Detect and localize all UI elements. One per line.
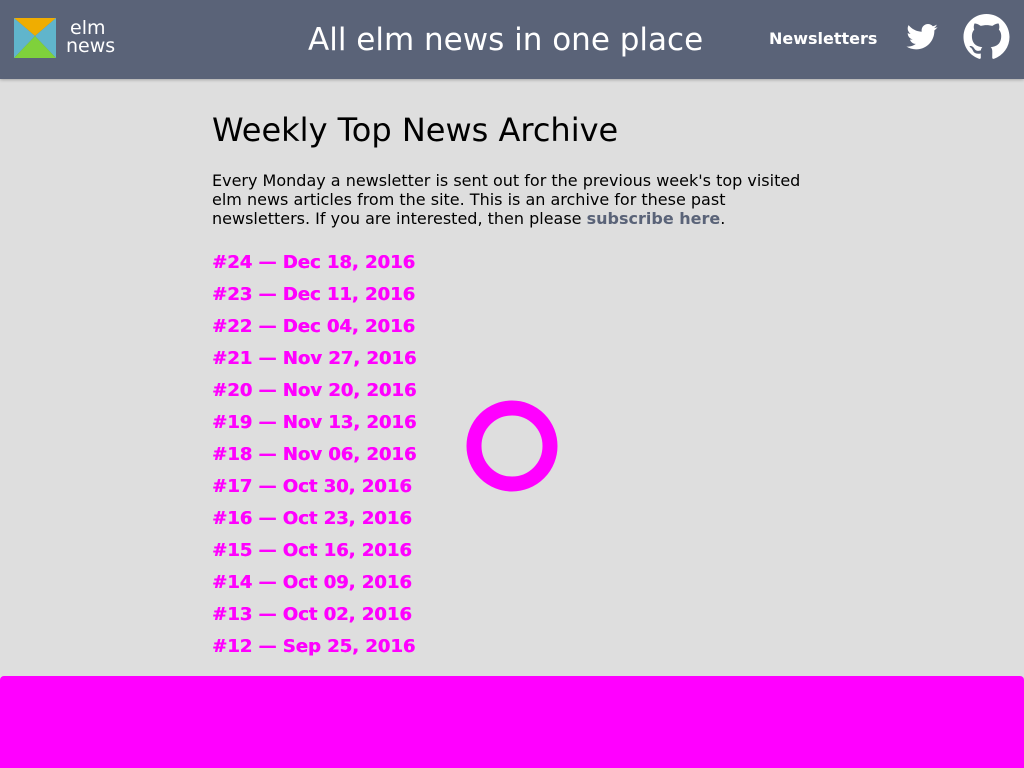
- list-item: #17 — Oct 30, 2016: [212, 476, 416, 508]
- subscribe-link[interactable]: subscribe here: [587, 209, 721, 228]
- nav-newsletters-link[interactable]: Newsletters: [769, 29, 877, 49]
- site-title: All elm news in one place: [308, 22, 704, 58]
- archive-link-20[interactable]: #20 — Nov 20, 2016: [212, 380, 416, 401]
- archive-link-15[interactable]: #15 — Oct 16, 2016: [212, 540, 412, 561]
- list-item: #16 — Oct 23, 2016: [212, 508, 416, 540]
- archive-link-14[interactable]: #14 — Oct 09, 2016: [212, 572, 412, 593]
- list-item: #15 — Oct 16, 2016: [212, 540, 416, 572]
- logo-text[interactable]: elm news: [66, 19, 116, 57]
- archive-link-17[interactable]: #17 — Oct 30, 2016: [212, 476, 412, 497]
- archive-link-21[interactable]: #21 — Nov 27, 2016: [212, 348, 416, 369]
- loading-spinner-icon: [466, 400, 558, 492]
- list-item: #24 — Dec 18, 2016: [212, 252, 416, 284]
- archive-link-23[interactable]: #23 — Dec 11, 2016: [212, 284, 415, 305]
- list-item: #13 — Oct 02, 2016: [212, 604, 416, 636]
- archive-link-24[interactable]: #24 — Dec 18, 2016: [212, 252, 415, 273]
- bottom-overlay: [0, 676, 1024, 768]
- list-item: #23 — Dec 11, 2016: [212, 284, 416, 316]
- archive-link-22[interactable]: #22 — Dec 04, 2016: [212, 316, 415, 337]
- elm-news-logo-icon[interactable]: [14, 18, 56, 58]
- archive-list: #24 — Dec 18, 2016 #23 — Dec 11, 2016 #2…: [212, 252, 416, 668]
- list-item: #18 — Nov 06, 2016: [212, 444, 416, 476]
- twitter-icon[interactable]: [906, 24, 938, 50]
- list-item: #14 — Oct 09, 2016: [212, 572, 416, 604]
- intro-end: .: [720, 209, 726, 228]
- list-item: #21 — Nov 27, 2016: [212, 348, 416, 380]
- archive-link-18[interactable]: #18 — Nov 06, 2016: [212, 444, 416, 465]
- page-title: Weekly Top News Archive: [212, 111, 619, 149]
- logo-text-news: news: [66, 35, 116, 57]
- main-content: Weekly Top News Archive Every Monday a n…: [212, 112, 812, 228]
- list-item: #20 — Nov 20, 2016: [212, 380, 416, 412]
- archive-link-12[interactable]: #12 — Sep 25, 2016: [212, 636, 415, 657]
- archive-link-13[interactable]: #13 — Oct 02, 2016: [212, 604, 412, 625]
- list-item: #12 — Sep 25, 2016: [212, 636, 416, 668]
- github-icon[interactable]: [963, 14, 1010, 60]
- site-header: elm news All elm news in one place Newsl…: [0, 0, 1024, 79]
- archive-link-16[interactable]: #16 — Oct 23, 2016: [212, 508, 412, 529]
- list-item: #22 — Dec 04, 2016: [212, 316, 416, 348]
- intro-paragraph: Every Monday a newsletter is sent out fo…: [212, 171, 812, 228]
- list-item: #19 — Nov 13, 2016: [212, 412, 416, 444]
- archive-link-19[interactable]: #19 — Nov 13, 2016: [212, 412, 416, 433]
